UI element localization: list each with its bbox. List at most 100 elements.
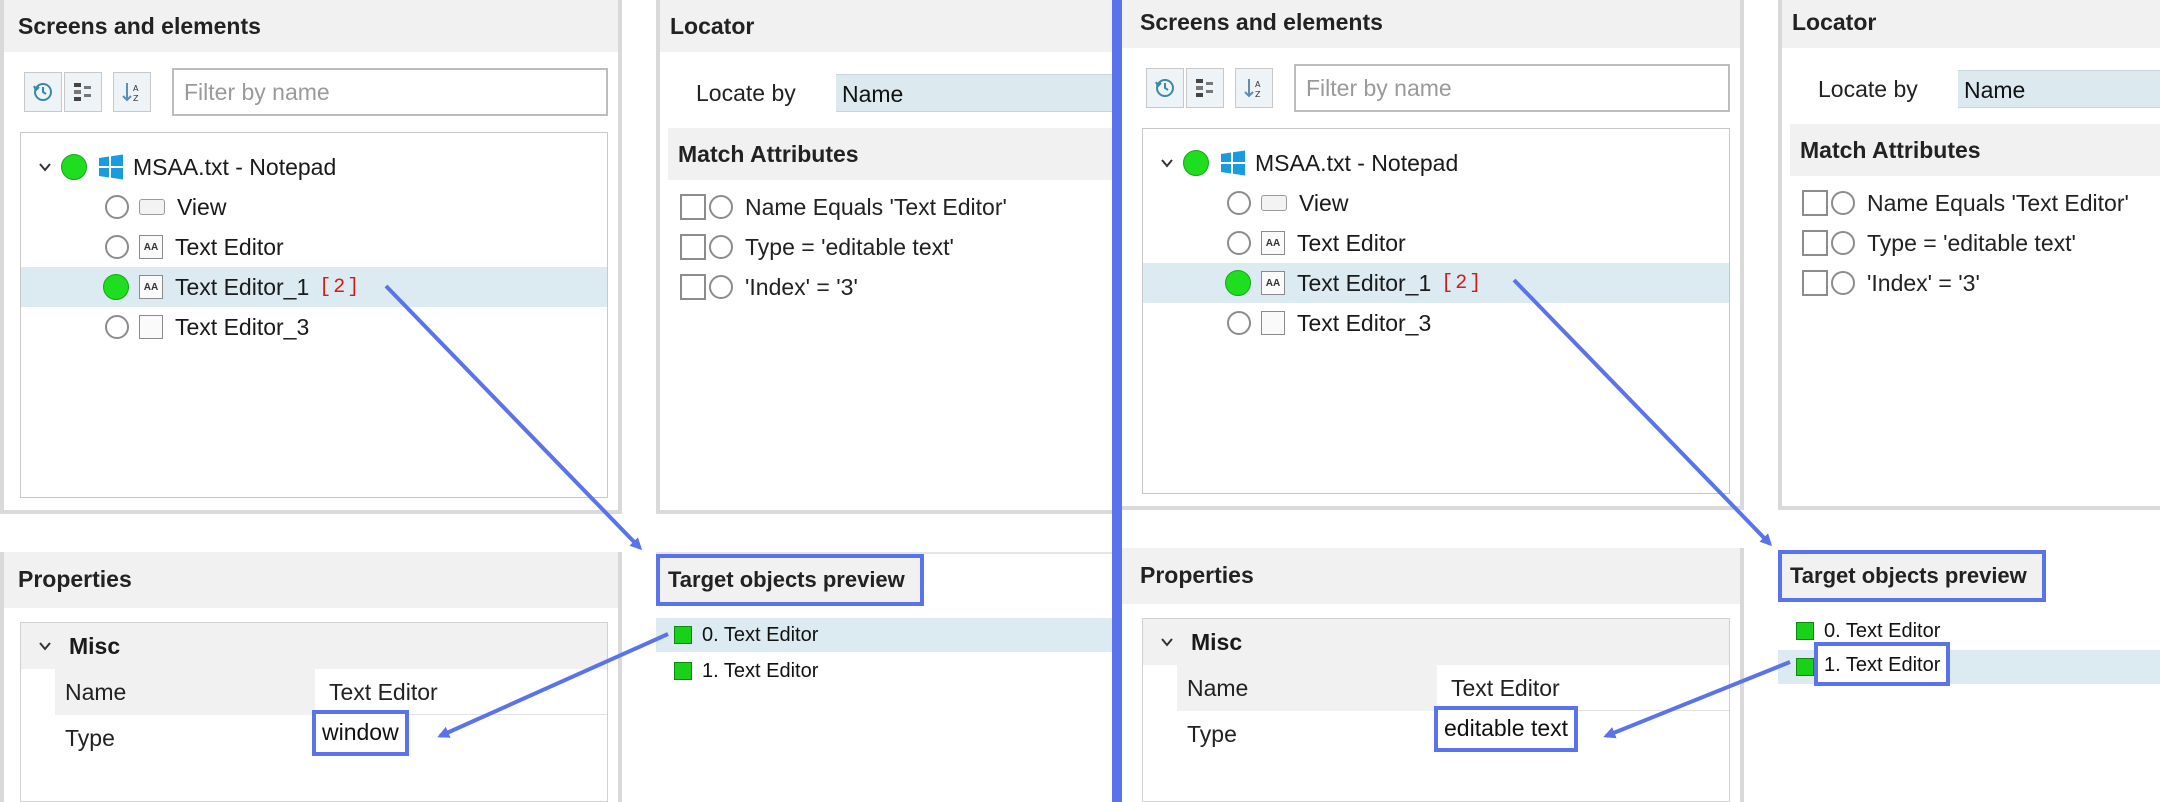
locator-panel: Locator Locate by Name Match Attributes … bbox=[656, 0, 1112, 514]
filter-input[interactable] bbox=[1294, 64, 1730, 112]
tree-root[interactable]: MSAA.txt - Notepad bbox=[1143, 143, 1729, 183]
svg-text:A: A bbox=[133, 84, 139, 93]
blank-icon bbox=[1261, 311, 1285, 335]
property-group-misc[interactable]: Misc bbox=[21, 623, 607, 669]
properties-panel-title: Properties bbox=[0, 552, 622, 608]
locate-by-select[interactable]: Name bbox=[836, 74, 1112, 112]
radio-icon[interactable] bbox=[1831, 191, 1855, 215]
checkbox[interactable] bbox=[680, 234, 706, 260]
attribute-label: 'Index' = '3' bbox=[1867, 269, 1980, 296]
locator-panel: Locator Locate by Name Match Attributes … bbox=[1778, 0, 2160, 510]
hierarchy-icon bbox=[74, 83, 91, 101]
found-icon bbox=[674, 662, 692, 680]
tree-item-label: Text Editor_1 bbox=[175, 273, 310, 300]
checkbox[interactable] bbox=[1802, 270, 1828, 296]
found-icon bbox=[1796, 658, 1814, 676]
history-button[interactable] bbox=[1146, 68, 1184, 108]
radio-icon[interactable] bbox=[1831, 231, 1855, 255]
tree-item-label: View bbox=[1299, 189, 1349, 216]
attribute-row[interactable]: Name Equals 'Text Editor' bbox=[680, 190, 1007, 224]
attribute-row[interactable]: 'Index' = '3' bbox=[680, 270, 858, 304]
chevron-down-icon[interactable] bbox=[1157, 153, 1177, 173]
attribute-label: Type = 'editable text' bbox=[745, 233, 954, 260]
locate-by-select[interactable]: Name bbox=[1958, 70, 2160, 108]
found-icon bbox=[674, 626, 692, 644]
preview-item-label: 1. Text Editor bbox=[702, 659, 819, 682]
screens-panel-title: Screens and elements bbox=[1122, 0, 1744, 48]
tree-root-label: MSAA.txt - Notepad bbox=[133, 153, 337, 180]
tree-item-label: View bbox=[177, 193, 227, 220]
tree-item-text-editor-3[interactable]: Text Editor_3 bbox=[1143, 303, 1729, 343]
tree-item-label: Text Editor_3 bbox=[175, 313, 310, 340]
tree-item-text-editor[interactable]: AA Text Editor bbox=[1143, 223, 1729, 263]
tree-root[interactable]: MSAA.txt - Notepad bbox=[21, 147, 607, 187]
status-green-icon[interactable] bbox=[103, 274, 129, 300]
property-group-misc[interactable]: Misc bbox=[1143, 619, 1729, 665]
tree-root-label: MSAA.txt - Notepad bbox=[1255, 149, 1459, 176]
text-icon: AA bbox=[1261, 231, 1285, 255]
chevron-down-icon[interactable] bbox=[35, 157, 55, 177]
radio-icon[interactable] bbox=[105, 315, 129, 339]
chevron-down-icon[interactable] bbox=[35, 636, 55, 656]
tree-item-label: Text Editor bbox=[1297, 229, 1406, 256]
chevron-down-icon[interactable] bbox=[1157, 632, 1177, 652]
radio-icon[interactable] bbox=[1831, 271, 1855, 295]
radio-icon[interactable] bbox=[709, 275, 733, 299]
preview-panel-title: Target objects preview bbox=[656, 554, 924, 606]
radio-icon[interactable] bbox=[709, 235, 733, 259]
tree-item-text-editor-1[interactable]: AA Text Editor_1 [2] bbox=[1143, 263, 1729, 303]
tree-item-view[interactable]: View bbox=[1143, 183, 1729, 223]
tree-item-text-editor-1[interactable]: AA Text Editor_1 [2] bbox=[21, 267, 607, 307]
property-row-name: Name Text Editor bbox=[1143, 665, 1729, 711]
preview-item[interactable]: 0. Text Editor bbox=[656, 618, 1112, 652]
radio-icon[interactable] bbox=[1227, 231, 1251, 255]
property-name: Name bbox=[55, 669, 315, 715]
text-icon: AA bbox=[139, 235, 163, 259]
checkbox[interactable] bbox=[680, 194, 706, 220]
checkbox[interactable] bbox=[1802, 190, 1828, 216]
sort-button[interactable]: AZ bbox=[1235, 68, 1273, 108]
attribute-row[interactable]: Name Equals 'Text Editor' bbox=[1802, 186, 2129, 220]
history-button[interactable] bbox=[24, 72, 62, 112]
radio-icon[interactable] bbox=[1227, 191, 1251, 215]
tree-item-view[interactable]: View bbox=[21, 187, 607, 227]
checkbox[interactable] bbox=[680, 274, 706, 300]
sort-button[interactable]: AZ bbox=[113, 72, 151, 112]
properties-panel: Properties Misc Name Text Editor Type ed… bbox=[1122, 548, 1744, 802]
hierarchy-button[interactable] bbox=[64, 72, 102, 112]
type-value-highlight[interactable]: editable text bbox=[1434, 706, 1579, 752]
property-value[interactable]: Text Editor bbox=[319, 669, 607, 715]
attribute-row[interactable]: Type = 'editable text' bbox=[1802, 226, 2076, 260]
tree-item-text-editor-3[interactable]: Text Editor_3 bbox=[21, 307, 607, 347]
preview-item-highlight[interactable]: 1. Text Editor bbox=[1814, 642, 1951, 686]
property-group-label: Misc bbox=[69, 632, 121, 659]
element-tree[interactable]: MSAA.txt - Notepad View AA Text Editor A… bbox=[20, 132, 608, 498]
count-badge: [2] bbox=[319, 275, 362, 299]
hierarchy-button[interactable] bbox=[1186, 68, 1224, 108]
status-green-icon[interactable] bbox=[1225, 270, 1251, 296]
sort-icon: AZ bbox=[122, 83, 139, 103]
filter-input[interactable] bbox=[172, 68, 608, 116]
property-row-name: Name Text Editor bbox=[21, 669, 607, 715]
attribute-label: Name Equals 'Text Editor' bbox=[745, 193, 1007, 220]
radio-icon[interactable] bbox=[105, 195, 129, 219]
radio-icon[interactable] bbox=[1227, 311, 1251, 335]
view-icon bbox=[139, 199, 165, 215]
attribute-label: 'Index' = '3' bbox=[745, 273, 858, 300]
locate-by-label: Locate by bbox=[1818, 76, 1918, 102]
type-value-highlight[interactable]: window bbox=[312, 710, 409, 756]
attribute-row[interactable]: Type = 'editable text' bbox=[680, 230, 954, 264]
attribute-row[interactable]: 'Index' = '3' bbox=[1802, 266, 1980, 300]
radio-icon[interactable] bbox=[709, 195, 733, 219]
radio-icon[interactable] bbox=[105, 235, 129, 259]
divider bbox=[1112, 0, 1122, 802]
property-value[interactable]: Text Editor bbox=[1441, 665, 1729, 711]
screens-panel: Screens and elements AZ MSAA.txt - Notep… bbox=[1122, 0, 1744, 510]
preview-item[interactable]: 1. Text Editor bbox=[656, 654, 1112, 688]
element-tree[interactable]: MSAA.txt - Notepad View AA Text Editor A… bbox=[1142, 128, 1730, 494]
checkbox[interactable] bbox=[1802, 230, 1828, 256]
text-icon: AA bbox=[139, 275, 163, 299]
tree-item-text-editor[interactable]: AA Text Editor bbox=[21, 227, 607, 267]
attribute-label: Type = 'editable text' bbox=[1867, 229, 2076, 256]
tree-item-label: Text Editor_1 bbox=[1297, 269, 1432, 296]
